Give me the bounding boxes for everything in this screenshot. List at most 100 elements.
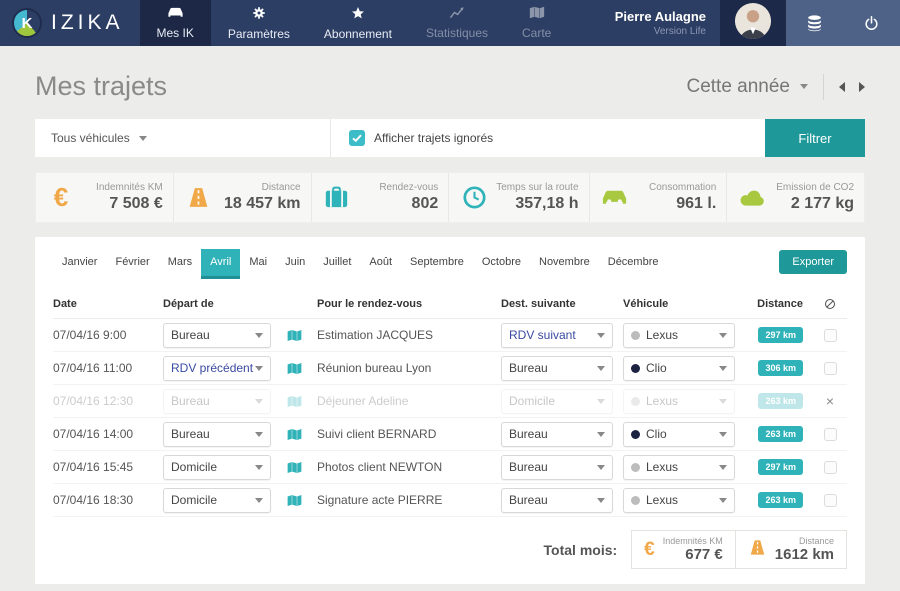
vehicle-select[interactable]: Lexus — [623, 323, 735, 348]
table-row: 07/04/16 18:30 Domicile Signature acte P… — [53, 484, 847, 517]
vehicle-select[interactable]: Clio — [623, 422, 735, 447]
vehicle-select[interactable]: Lexus — [623, 455, 735, 480]
table-row: 07/04/16 15:45 Domicile Photos client NE… — [53, 451, 847, 484]
trip-date: 07/04/16 11:00 — [53, 361, 153, 375]
tab-decembre[interactable]: Décembre — [599, 249, 668, 279]
tab-avril[interactable]: Avril — [201, 249, 240, 279]
nav-item-label: Paramètres — [228, 27, 290, 41]
tab-janvier[interactable]: Janvier — [53, 249, 106, 279]
vehicle-select[interactable]: Lexus — [623, 389, 735, 414]
map-icon — [529, 6, 545, 22]
totals-box: € Indemnités KM 677 € Distance 1612 km — [631, 530, 847, 569]
stat-consommation: Consommation 961 l. — [590, 173, 728, 222]
trip-date: 07/04/16 15:45 — [53, 460, 153, 474]
tab-mai[interactable]: Mai — [240, 249, 276, 279]
depart-select[interactable]: RDV précédent — [163, 356, 271, 381]
ignore-checkbox[interactable] — [824, 329, 837, 342]
show-ignored-checkbox[interactable]: Afficher trajets ignorés — [331, 130, 493, 146]
vehicle-dot — [631, 463, 640, 472]
vehicle-select[interactable]: Lexus — [623, 488, 735, 513]
table-row-ignored: 07/04/16 12:30 Bureau Déjeuner Adeline D… — [53, 385, 847, 418]
trip-date: 07/04/16 9:00 — [53, 328, 153, 342]
nav-item-mes-ik[interactable]: Mes IK — [140, 0, 211, 46]
divider — [823, 74, 824, 100]
chevron-down-icon — [800, 84, 808, 89]
dest-select[interactable]: Bureau — [501, 356, 613, 381]
tab-septembre[interactable]: Septembre — [401, 249, 473, 279]
depart-select[interactable]: Bureau — [163, 422, 271, 447]
checkbox-checked-icon — [349, 130, 365, 146]
tab-juin[interactable]: Juin — [276, 249, 314, 279]
header-date: Date — [53, 298, 153, 310]
gear-icon — [252, 6, 266, 23]
tab-mars[interactable]: Mars — [159, 249, 201, 279]
nav-item-parametres[interactable]: Paramètres — [211, 0, 307, 46]
star-icon — [351, 6, 365, 23]
vehicle-dot — [631, 430, 640, 439]
stat-value: 7 508 € — [109, 195, 162, 213]
tab-octobre[interactable]: Octobre — [473, 249, 530, 279]
table-header: Date Départ de Pour le rendez-vous Dest.… — [53, 289, 847, 319]
depart-select[interactable]: Domicile — [163, 455, 271, 480]
tab-novembre[interactable]: Novembre — [530, 249, 599, 279]
checkbox-label: Afficher trajets ignorés — [374, 131, 493, 145]
header-distance: Distance — [745, 298, 803, 310]
map-marker-icon — [281, 461, 307, 474]
tab-juillet[interactable]: Juillet — [314, 249, 360, 279]
depart-select[interactable]: Bureau — [163, 323, 271, 348]
brand-name: IZIKA — [51, 11, 124, 35]
chevron-down-icon — [255, 498, 263, 503]
ignore-checkbox[interactable] — [824, 362, 837, 375]
chevron-down-icon — [255, 465, 263, 470]
nav-item-label: Abonnement — [324, 27, 392, 41]
distance-badge: 297 km — [758, 459, 803, 475]
header-dest: Dest. suivante — [501, 298, 613, 310]
ignore-checkbox[interactable] — [824, 494, 837, 507]
ignore-checkbox[interactable] — [824, 461, 837, 474]
chevron-down-icon — [597, 366, 605, 371]
chevron-down-icon — [255, 366, 263, 371]
brand-logo[interactable]: K IZIKA — [0, 0, 140, 46]
dest-select[interactable]: Bureau — [501, 422, 613, 447]
depart-select[interactable]: Domicile — [163, 488, 271, 513]
tab-aout[interactable]: Août — [360, 249, 401, 279]
power-icon[interactable] — [843, 0, 900, 46]
trip-date: 07/04/16 12:30 — [53, 394, 153, 408]
map-marker-icon — [281, 395, 307, 408]
vehicle-select[interactable]: Clio — [623, 356, 735, 381]
nav-item-statistiques[interactable]: Statistiques — [409, 0, 505, 46]
period-selector[interactable]: Cette année — [686, 76, 808, 98]
stats-bar: € Indemnités KM 7 508 € Distance 18 457 … — [35, 172, 865, 223]
export-button[interactable]: Exporter — [779, 250, 847, 274]
ignore-checkbox[interactable] — [824, 428, 837, 441]
dest-select[interactable]: Bureau — [501, 455, 613, 480]
clock-icon — [458, 185, 490, 210]
nav-item-carte[interactable]: Carte — [505, 0, 568, 46]
vehicle-filter-dropdown[interactable]: Tous véhicules — [35, 131, 330, 145]
database-icon[interactable] — [786, 0, 843, 46]
chevron-down-icon — [597, 333, 605, 338]
dest-select[interactable]: Domicile — [501, 389, 613, 414]
user-info[interactable]: Pierre Aulagne Version Life — [615, 0, 720, 46]
tab-fevrier[interactable]: Février — [106, 249, 158, 279]
dest-select[interactable]: Bureau — [501, 488, 613, 513]
navbar-tools — [786, 0, 900, 46]
prev-period-icon[interactable] — [839, 82, 845, 92]
period-label: Cette année — [686, 76, 790, 98]
chevron-down-icon — [255, 432, 263, 437]
restore-trip-icon[interactable]: × — [826, 394, 834, 408]
stat-label: Indemnités KM — [96, 182, 163, 193]
brand-mark-icon: K — [12, 8, 42, 38]
next-period-icon[interactable] — [859, 82, 865, 92]
user-avatar[interactable] — [720, 0, 786, 46]
nav-item-abonnement[interactable]: Abonnement — [307, 0, 409, 46]
dest-select[interactable]: RDV suivant — [501, 323, 613, 348]
chevron-down-icon — [597, 432, 605, 437]
car-icon — [599, 187, 631, 208]
filter-button[interactable]: Filtrer — [765, 119, 865, 157]
cloud-icon — [736, 187, 768, 208]
euro-icon: € — [45, 182, 77, 213]
trips-card: Janvier Février Mars Avril Mai Juin Juil… — [35, 237, 865, 584]
user-name: Pierre Aulagne — [615, 9, 706, 24]
depart-select[interactable]: Bureau — [163, 389, 271, 414]
